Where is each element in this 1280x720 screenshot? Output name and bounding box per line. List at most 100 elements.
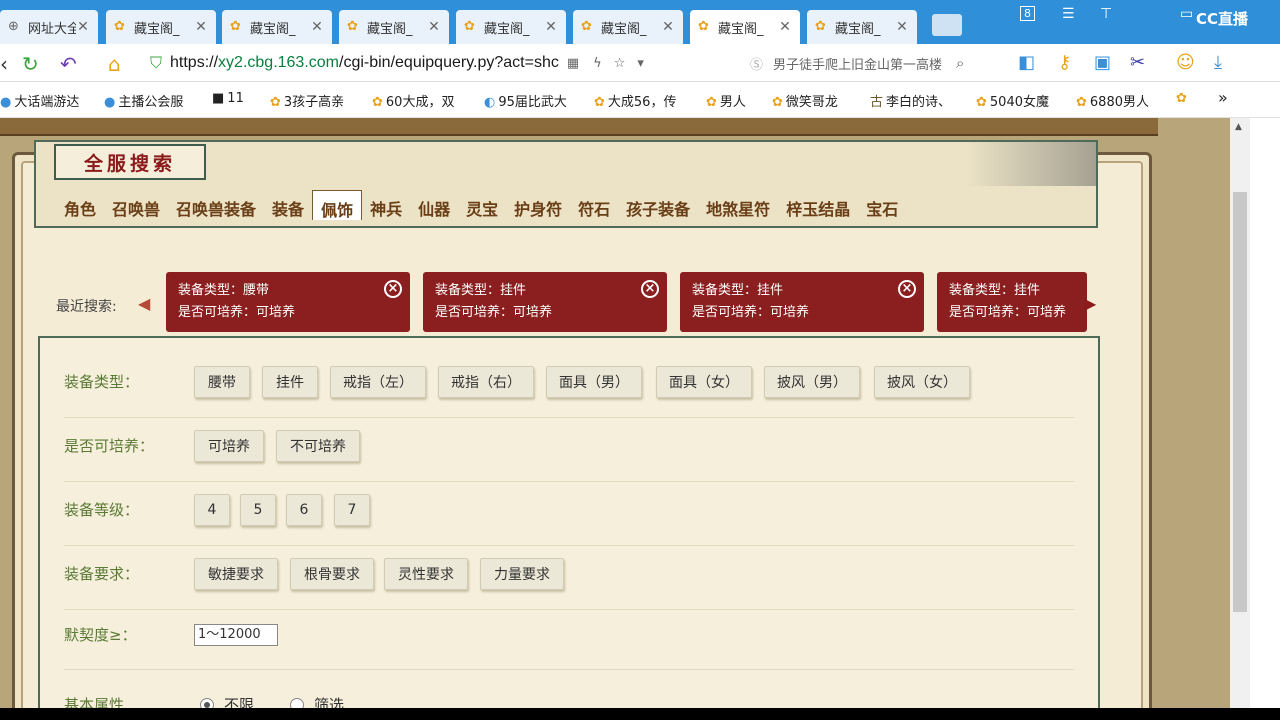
undo-icon[interactable]: ↶: [60, 52, 77, 76]
close-icon[interactable]: ✕: [427, 19, 441, 35]
new-tab-button[interactable]: [932, 14, 962, 36]
category-tab-summon-equip[interactable]: 召唤兽装备: [168, 190, 264, 220]
close-icon[interactable]: ✕: [778, 19, 792, 35]
search-icon[interactable]: ⌕: [956, 54, 964, 72]
option-button[interactable]: 力量要求: [480, 558, 564, 590]
tab-count-badge[interactable]: 8: [1020, 6, 1035, 21]
bookmark-item[interactable]: ✿ 男人: [706, 91, 746, 110]
bookmark-item[interactable]: ◐ 95届比武大: [484, 91, 567, 110]
bookmark-item[interactable]: ● 主播公会服: [104, 91, 183, 110]
option-button[interactable]: 面具（男）: [546, 366, 642, 398]
option-button[interactable]: 挂件: [262, 366, 318, 398]
bookmark-item[interactable]: ✿ 微笑哥龙: [772, 91, 838, 110]
bookmark-item[interactable]: ● 大话端游达: [0, 91, 79, 110]
browser-tab-4[interactable]: ✿ 藏宝阁_ ✕: [339, 10, 449, 44]
category-tab-child-equip[interactable]: 孩子装备: [618, 190, 698, 220]
category-tab-spirit-treasure[interactable]: 灵宝: [458, 190, 506, 220]
browser-tab-1[interactable]: ⊕ 网址大全 ✕: [0, 10, 98, 44]
bookmark-item[interactable]: ✿ 3孩子高亲: [270, 91, 344, 110]
star-icon[interactable]: ☆: [614, 56, 626, 71]
bookmark-item[interactable]: ✿: [1176, 91, 1190, 106]
option-button[interactable]: 戒指（左）: [330, 366, 426, 398]
option-button[interactable]: 可培养: [194, 430, 264, 462]
more-bookmarks-icon[interactable]: »: [1218, 88, 1228, 107]
close-icon[interactable]: ✕: [661, 19, 675, 35]
browser-tab-8[interactable]: ✿ 藏宝阁_ ✕: [807, 10, 917, 44]
option-button[interactable]: 面具（女）: [656, 366, 752, 398]
home-icon[interactable]: ⌂: [108, 52, 121, 76]
category-tab-amulet[interactable]: 护身符: [506, 190, 570, 220]
bookmark-item[interactable]: ■ 11: [212, 91, 244, 106]
category-tab-star-talisman[interactable]: 地煞星符: [698, 190, 778, 220]
tacit-range-input[interactable]: 1～12000: [194, 624, 278, 646]
browser-tab-2[interactable]: ✿ 藏宝阁_ ✕: [106, 10, 216, 44]
option-button[interactable]: 戒指（右）: [438, 366, 534, 398]
key-icon[interactable]: ⚷: [1058, 52, 1071, 73]
search-input[interactable]: Ⓢ 男子徒手爬上旧金山第一高楼 ⌕: [750, 50, 1000, 76]
bookmark-item[interactable]: 古李白的诗、: [870, 91, 951, 110]
bookmark-item[interactable]: ✿ 大成56，传: [594, 91, 676, 110]
download-icon[interactable]: ⤓: [1214, 52, 1222, 73]
bookmark-item[interactable]: ✿ 6880男人: [1076, 91, 1149, 110]
browser-tab-7-active[interactable]: ✿ 藏宝阁_ ✕: [690, 10, 800, 44]
skin-icon[interactable]: ⊤: [1100, 6, 1112, 22]
option-button[interactable]: 敏捷要求: [194, 558, 278, 590]
close-icon[interactable]: ✕: [194, 19, 208, 35]
close-icon[interactable]: ✕: [310, 19, 324, 35]
page-scrollbar[interactable]: ▲: [1230, 118, 1250, 708]
option-button[interactable]: 灵性要求: [384, 558, 468, 590]
minimize-icon[interactable]: ▭: [1180, 6, 1193, 22]
translate-icon[interactable]: ▣: [1094, 52, 1111, 73]
recent-search-chip[interactable]: 装备类型：挂件 是否可培养：可培养: [937, 272, 1087, 332]
option-button[interactable]: 不可培养: [276, 430, 360, 462]
option-button[interactable]: 披风（女）: [874, 366, 970, 398]
category-tab-divine-weapon[interactable]: 神兵: [362, 190, 410, 220]
recent-prev-arrow-icon[interactable]: ◀: [138, 294, 150, 313]
option-button[interactable]: 5: [240, 494, 276, 526]
close-icon[interactable]: ✕: [544, 19, 558, 35]
category-tab-jade-crystal[interactable]: 梓玉结晶: [778, 190, 858, 220]
option-button[interactable]: 7: [334, 494, 370, 526]
option-button[interactable]: 根骨要求: [290, 558, 374, 590]
close-icon[interactable]: ✕: [895, 19, 909, 35]
back-icon[interactable]: ‹: [0, 52, 8, 76]
tab-label: 藏宝阁_: [718, 21, 764, 37]
scissors-icon[interactable]: ✂: [1130, 52, 1145, 73]
recent-search-chip[interactable]: 装备类型：挂件 是否可培养：可培养 ×: [423, 272, 667, 332]
chevron-down-icon[interactable]: ▾: [637, 56, 644, 71]
menu-icon[interactable]: ☰: [1062, 6, 1075, 22]
option-button[interactable]: 6: [286, 494, 322, 526]
category-tab-gem[interactable]: 宝石: [858, 190, 906, 220]
close-icon[interactable]: ×: [384, 280, 402, 298]
category-tab-accessory[interactable]: 佩饰: [312, 190, 363, 220]
close-icon[interactable]: ×: [641, 280, 659, 298]
category-tab-equip[interactable]: 装备: [264, 190, 312, 220]
close-icon[interactable]: ×: [898, 280, 916, 298]
scrollbar-thumb[interactable]: [1233, 192, 1247, 612]
qr-icon[interactable]: ▦: [567, 56, 579, 71]
browser-tab-5[interactable]: ✿ 藏宝阁_ ✕: [456, 10, 566, 44]
option-button[interactable]: 4: [194, 494, 230, 526]
option-button[interactable]: 披风（男）: [764, 366, 860, 398]
url-input[interactable]: ⛉ https://xy2.cbg.163.com/cgi-bin/equipq…: [150, 50, 740, 76]
browser-tab-6[interactable]: ✿ 藏宝阁_ ✕: [573, 10, 683, 44]
category-tab-summon[interactable]: 召唤兽: [104, 190, 168, 220]
option-button[interactable]: 腰带: [194, 366, 250, 398]
radio-unlimited[interactable]: [200, 698, 214, 708]
bookmark-item[interactable]: ✿ 5040女魔: [976, 91, 1049, 110]
extension-icon[interactable]: ◧: [1018, 52, 1035, 73]
category-tab-immortal-artifact[interactable]: 仙器: [410, 190, 458, 220]
bookmark-item[interactable]: ✿ 60大成，双: [372, 91, 454, 110]
recent-search-chip[interactable]: 装备类型：腰带 是否可培养：可培养 ×: [166, 272, 410, 332]
recent-search-chip[interactable]: 装备类型：挂件 是否可培养：可培养 ×: [680, 272, 924, 332]
category-tab-rune-stone[interactable]: 符石: [570, 190, 618, 220]
smile-icon[interactable]: ☺: [1176, 52, 1195, 73]
scroll-up-icon[interactable]: ▲: [1235, 122, 1242, 132]
refresh-icon[interactable]: ↻: [22, 52, 39, 76]
lightning-icon[interactable]: ϟ: [593, 56, 602, 71]
radio-filter[interactable]: [290, 698, 304, 708]
category-tab-role[interactable]: 角色: [56, 190, 104, 220]
recent-next-arrow-icon[interactable]: ▶: [1084, 294, 1096, 313]
browser-tab-3[interactable]: ✿ 藏宝阁_ ✕: [222, 10, 332, 44]
close-icon[interactable]: ✕: [76, 19, 90, 35]
